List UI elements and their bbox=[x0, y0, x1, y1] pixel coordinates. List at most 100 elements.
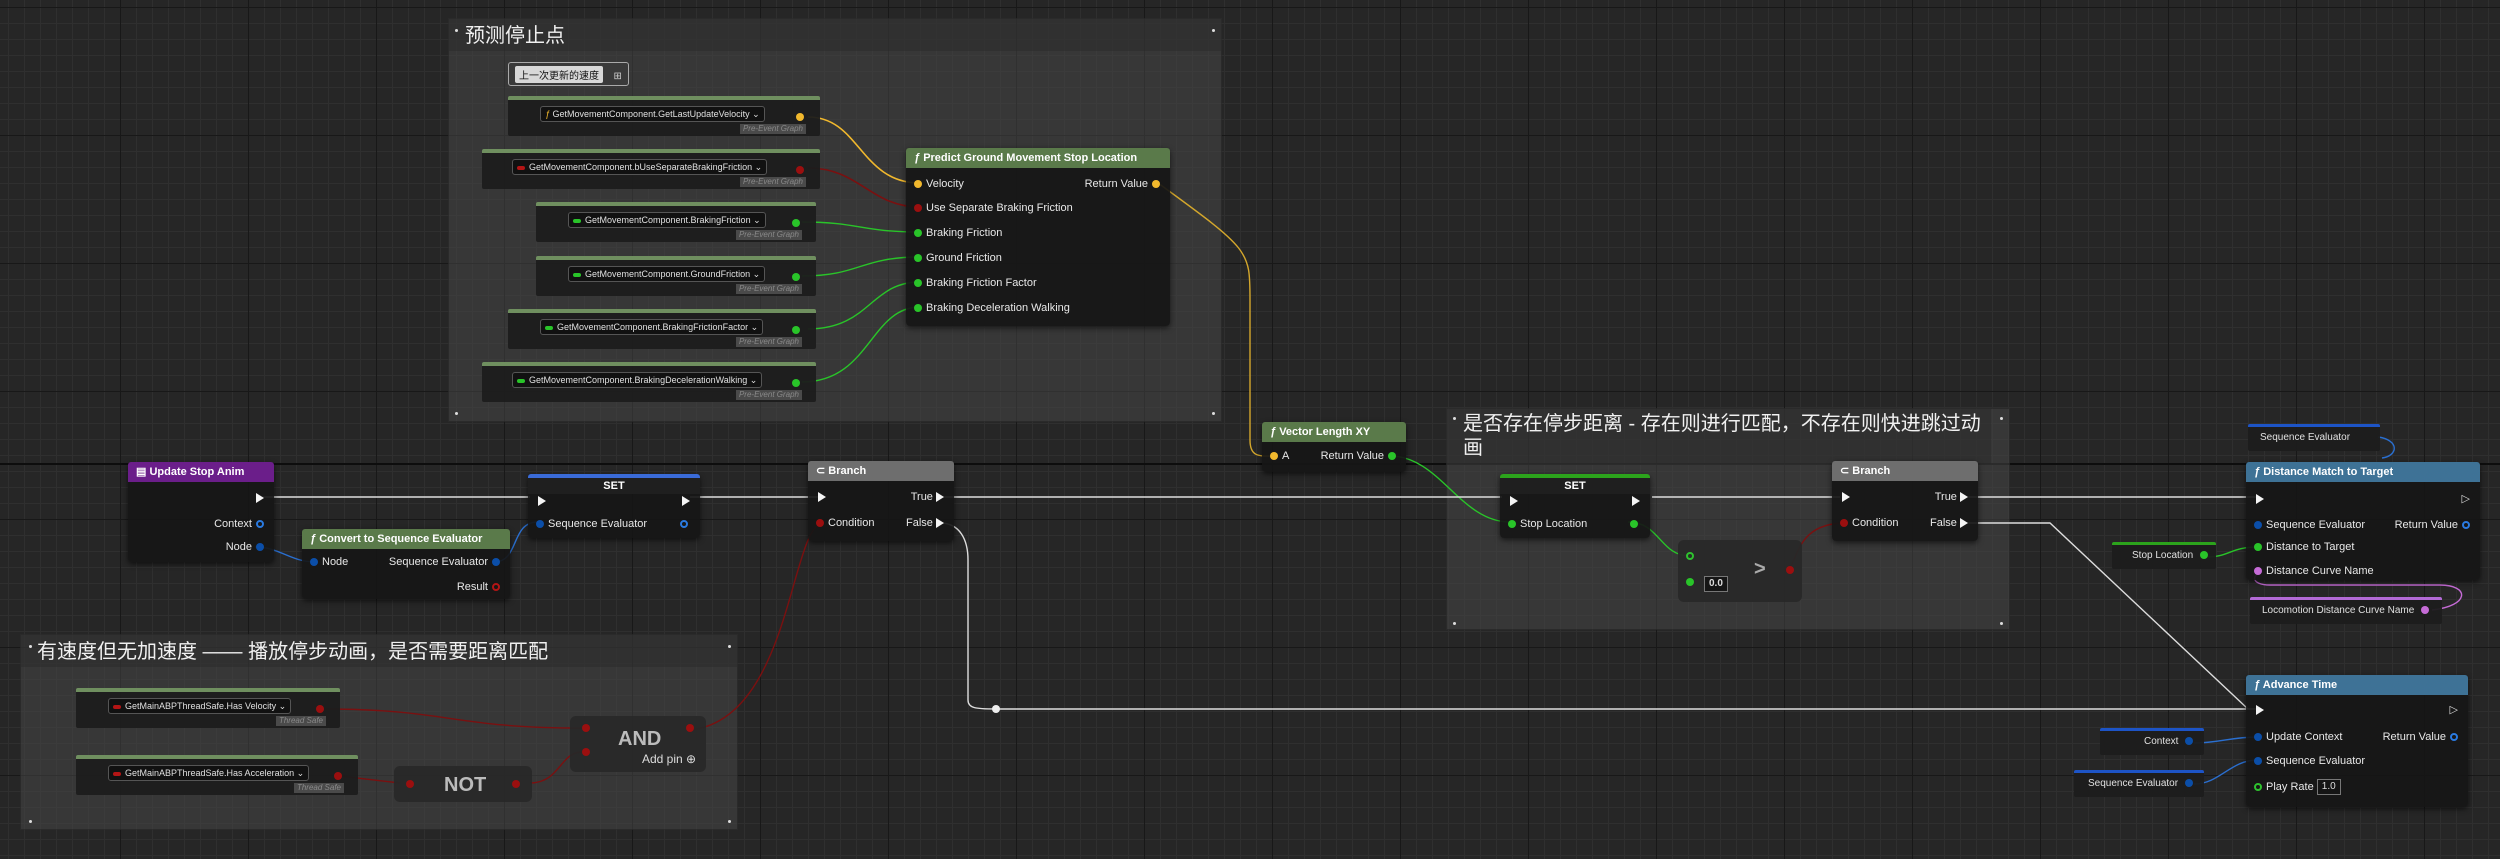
node-header[interactable]: ⊂ Branch bbox=[1832, 461, 1978, 481]
input-friction-factor[interactable]: Braking Friction Factor bbox=[910, 276, 1037, 290]
vector-length-xy-node[interactable]: ƒ Vector Length XY A Return Value bbox=[1262, 422, 1406, 472]
input-sequence-evaluator[interactable]: Sequence Evaluator bbox=[2250, 754, 2365, 768]
output-result[interactable]: Result bbox=[457, 580, 504, 594]
exec-true[interactable]: True bbox=[1935, 490, 1968, 504]
getter-friction-factor[interactable]: GetMovementComponent.BrakingFrictionFact… bbox=[508, 309, 816, 349]
get-stop-location[interactable]: Stop Location bbox=[2112, 542, 2216, 569]
output-node[interactable]: Node bbox=[226, 540, 268, 554]
exec-out[interactable]: ▷ bbox=[2462, 492, 2470, 506]
output-context[interactable]: Context bbox=[214, 517, 268, 531]
input-separate-friction[interactable]: Use Separate Braking Friction bbox=[910, 201, 1073, 215]
input-update-context[interactable]: Update Context bbox=[2250, 730, 2342, 744]
input-sequence-evaluator[interactable]: Sequence Evaluator bbox=[2250, 518, 2365, 532]
exec-false[interactable]: False bbox=[906, 516, 944, 530]
node-header[interactable]: ƒ Advance Time bbox=[2246, 675, 2468, 695]
node-header[interactable]: ƒ Vector Length XY bbox=[1262, 422, 1406, 442]
input-sequence-evaluator[interactable]: Sequence Evaluator bbox=[532, 517, 647, 531]
getter-pill[interactable]: GetMainABPThreadSafe.Has Acceleration ⌄ bbox=[108, 765, 310, 781]
node-header[interactable]: ⊂ Branch bbox=[808, 461, 954, 481]
branch-node-1[interactable]: ⊂ Branch Condition True False bbox=[808, 461, 954, 541]
getter-braking-friction[interactable]: GetMovementComponent.BrakingFriction ⌄ P… bbox=[536, 202, 816, 242]
get-sequence-evaluator-bottom[interactable]: Sequence Evaluator bbox=[2074, 770, 2204, 797]
pin-icon[interactable]: ⊞ bbox=[613, 71, 621, 82]
node-header[interactable]: SET bbox=[528, 474, 700, 494]
exec-in[interactable] bbox=[538, 494, 546, 508]
output-return-value[interactable]: Return Value bbox=[2383, 730, 2462, 744]
bool-pin-icon[interactable] bbox=[406, 780, 414, 788]
exec-in[interactable] bbox=[1842, 490, 1850, 504]
getter-pill[interactable]: ƒ GetMovementComponent.GetLastUpdateVelo… bbox=[540, 106, 765, 122]
exec-in[interactable] bbox=[1510, 494, 1518, 508]
and-node[interactable]: AND Add pin ⊕ bbox=[570, 716, 706, 772]
exec-in[interactable] bbox=[2256, 703, 2264, 717]
not-node[interactable]: NOT bbox=[394, 766, 532, 802]
input-a[interactable]: A bbox=[1266, 449, 1289, 463]
getter-has-velocity[interactable]: GetMainABPThreadSafe.Has Velocity ⌄ Thre… bbox=[76, 688, 340, 728]
input-play-rate[interactable]: Play Rate 1.0 bbox=[2250, 779, 2341, 795]
output-return-value[interactable]: Return Value bbox=[1085, 177, 1164, 191]
getter-pill[interactable]: GetMovementComponent.GroundFriction ⌄ bbox=[568, 266, 766, 282]
get-sequence-evaluator-top[interactable]: Sequence Evaluator bbox=[2248, 424, 2380, 451]
getter-ground-friction[interactable]: GetMovementComponent.GroundFriction ⌄ Pr… bbox=[536, 256, 816, 296]
greater-than-node[interactable]: 0.0 > bbox=[1678, 540, 1802, 602]
branch-node-2[interactable]: ⊂ Branch Condition True False bbox=[1832, 461, 1978, 541]
input-condition[interactable]: Condition bbox=[812, 516, 874, 530]
exec-in[interactable] bbox=[2256, 492, 2264, 506]
blueprint-graph-canvas[interactable]: 预测停止点 是否存在停步距离 - 存在则进行匹配，不存在则快进跳过动画 有速度但… bbox=[0, 0, 2500, 859]
node-header[interactable]: SET bbox=[1500, 474, 1650, 494]
getter-pill[interactable]: GetMovementComponent.bUseSeparateBraking… bbox=[512, 159, 768, 175]
bool-pin-icon[interactable] bbox=[686, 724, 694, 732]
exec-out[interactable] bbox=[682, 494, 690, 508]
update-stop-anim-event[interactable]: ▤ Update Stop Anim Context Node bbox=[128, 462, 274, 562]
output-stop-location[interactable] bbox=[1626, 517, 1642, 531]
getter-pill[interactable]: GetMovementComponent.BrakingFrictionFact… bbox=[540, 319, 764, 335]
node-header[interactable]: ƒ Convert to Sequence Evaluator bbox=[302, 529, 510, 549]
compare-value-input[interactable]: 0.0 bbox=[1704, 576, 1728, 592]
output-sequence-evaluator[interactable] bbox=[676, 517, 692, 531]
node-header[interactable]: ƒ Predict Ground Movement Stop Location bbox=[906, 148, 1170, 168]
input-condition[interactable]: Condition bbox=[1836, 516, 1898, 530]
getter-pill[interactable]: GetMovementComponent.BrakingFriction ⌄ bbox=[568, 212, 766, 228]
float-pin-icon[interactable] bbox=[1686, 552, 1694, 560]
exec-false[interactable]: False bbox=[1930, 516, 1968, 530]
set-sequence-evaluator-node[interactable]: SET Sequence Evaluator bbox=[528, 474, 700, 538]
input-decel-walking[interactable]: Braking Deceleration Walking bbox=[910, 301, 1070, 315]
bool-pin-icon[interactable] bbox=[512, 780, 520, 788]
input-ground-friction[interactable]: Ground Friction bbox=[910, 251, 1002, 265]
node-header[interactable]: ▤ Update Stop Anim bbox=[128, 462, 274, 482]
convert-to-sequence-evaluator-node[interactable]: ƒ Convert to Sequence Evaluator Node Seq… bbox=[302, 529, 510, 599]
output-return-value[interactable]: Return Value bbox=[2395, 518, 2474, 532]
getter-has-acceleration[interactable]: GetMainABPThreadSafe.Has Acceleration ⌄ … bbox=[76, 755, 358, 795]
input-velocity[interactable]: Velocity bbox=[910, 177, 964, 191]
getter-last-update-velocity[interactable]: ƒ GetMovementComponent.GetLastUpdateVelo… bbox=[508, 96, 820, 136]
bool-pin-icon[interactable] bbox=[582, 724, 590, 732]
advance-time-node[interactable]: ƒ Advance Time ▷ Update Context Sequence… bbox=[2246, 675, 2468, 807]
input-stop-location[interactable]: Stop Location bbox=[1504, 517, 1587, 531]
get-curve-name[interactable]: Locomotion Distance Curve Name bbox=[2250, 597, 2442, 624]
bool-pin-icon[interactable] bbox=[1786, 566, 1794, 574]
getter-separate-braking[interactable]: GetMovementComponent.bUseSeparateBraking… bbox=[482, 149, 820, 189]
get-context[interactable]: Context bbox=[2100, 728, 2204, 755]
input-distance-to-target[interactable]: Distance to Target bbox=[2250, 540, 2354, 554]
input-braking-friction[interactable]: Braking Friction bbox=[910, 226, 1002, 240]
getter-pill[interactable]: GetMainABPThreadSafe.Has Velocity ⌄ bbox=[108, 698, 292, 714]
add-pin-button[interactable]: Add pin ⊕ bbox=[642, 752, 696, 766]
output-sequence-evaluator[interactable]: Sequence Evaluator bbox=[389, 555, 504, 569]
input-node[interactable]: Node bbox=[306, 555, 348, 569]
getter-pill[interactable]: GetMovementComponent.BrakingDeceleration… bbox=[512, 372, 763, 388]
play-rate-input[interactable]: 1.0 bbox=[2316, 779, 2341, 795]
exec-out[interactable]: ▷ bbox=[2450, 703, 2458, 717]
exec-true[interactable]: True bbox=[911, 490, 944, 504]
getter-decel-walking[interactable]: GetMovementComponent.BrakingDeceleration… bbox=[482, 362, 816, 402]
output-return-value[interactable]: Return Value bbox=[1321, 449, 1400, 463]
node-header[interactable]: ƒ Distance Match to Target bbox=[2246, 462, 2480, 482]
input-distance-curve-name[interactable]: Distance Curve Name bbox=[2250, 564, 2374, 578]
exec-out[interactable] bbox=[256, 491, 264, 505]
bool-pin-icon[interactable] bbox=[582, 748, 590, 756]
predict-stop-location-node[interactable]: ƒ Predict Ground Movement Stop Location … bbox=[906, 148, 1170, 326]
exec-in[interactable] bbox=[818, 490, 826, 504]
set-stop-location-node[interactable]: SET Stop Location bbox=[1500, 474, 1650, 538]
float-pin-icon[interactable] bbox=[1686, 578, 1694, 586]
distance-match-to-target-node[interactable]: ƒ Distance Match to Target ▷ Sequence Ev… bbox=[2246, 462, 2480, 580]
exec-out[interactable] bbox=[1632, 494, 1640, 508]
